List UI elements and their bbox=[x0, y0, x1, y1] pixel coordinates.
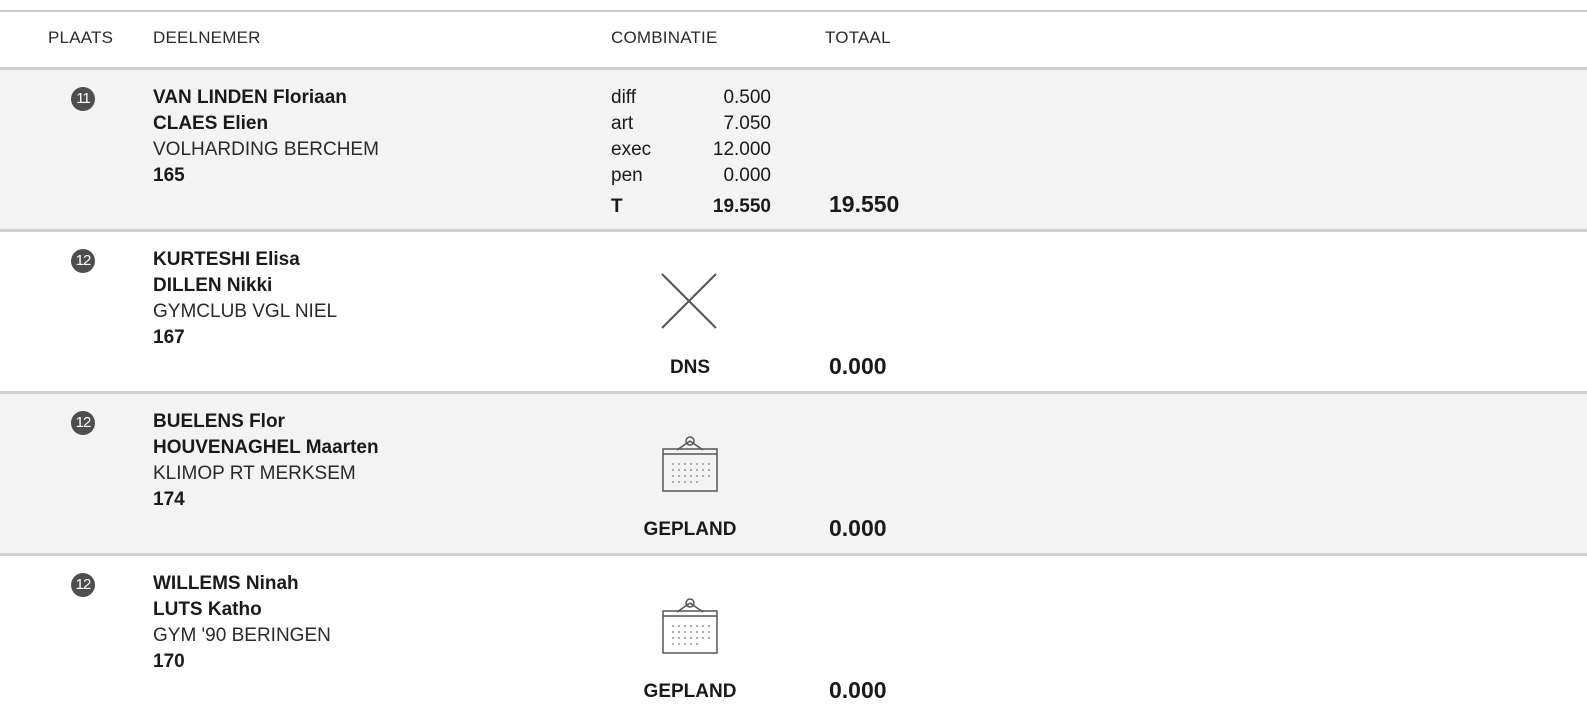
score-line-art: art 7.050 bbox=[611, 111, 771, 137]
header-participant: DEELNEMER bbox=[153, 28, 261, 47]
score-label: pen bbox=[611, 165, 643, 186]
score-value: 12.000 bbox=[712, 139, 771, 160]
rank-badge: 12 bbox=[71, 249, 95, 273]
start-number: 174 bbox=[153, 489, 185, 510]
club-name: GYMCLUB VGL NIEL bbox=[153, 301, 338, 322]
score-value: 7.050 bbox=[723, 113, 771, 134]
calendar-icon bbox=[660, 434, 720, 501]
x-cross-icon bbox=[660, 272, 720, 337]
score-label: exec bbox=[611, 139, 652, 160]
table-header: PLAATS DEELNEMER COMBINATIE TOTAAL bbox=[0, 12, 1587, 67]
score-label: diff bbox=[611, 87, 637, 108]
rank-badge: 12 bbox=[71, 573, 95, 597]
participant-name-2: CLAES Elien bbox=[153, 113, 269, 134]
participant-name-2: HOUVENAGHEL Maarten bbox=[153, 437, 379, 458]
results-page: PLAATS DEELNEMER COMBINATIE TOTAAL 11 VA… bbox=[0, 0, 1587, 720]
participant-name-1: KURTESHI Elisa bbox=[153, 249, 300, 270]
score-line-pen: pen 0.000 bbox=[611, 163, 771, 189]
calendar-icon bbox=[660, 596, 720, 663]
result-row[interactable]: 12 BUELENS Flor HOUVENAGHEL Maarten KLIM… bbox=[0, 391, 1587, 553]
participant-info: WILLEMS Ninah LUTS Katho GYM '90 BERINGE… bbox=[153, 571, 331, 675]
participant-info: VAN LINDEN Floriaan CLAES Elien VOLHARDI… bbox=[153, 85, 379, 189]
score-breakdown: diff 0.500 art 7.050 exec 12.000 pen 0.0… bbox=[611, 85, 771, 220]
total-score: 0.000 bbox=[829, 515, 887, 541]
start-number: 165 bbox=[153, 165, 185, 186]
participant-name-2: LUTS Katho bbox=[153, 599, 262, 620]
total-score: 19.550 bbox=[829, 191, 900, 217]
header-combination: COMBINATIE bbox=[611, 28, 718, 47]
club-name: KLIMOP RT MERKSEM bbox=[153, 463, 356, 484]
participant-info: KURTESHI Elisa DILLEN Nikki GYMCLUB VGL … bbox=[153, 247, 337, 351]
club-name: VOLHARDING BERCHEM bbox=[153, 139, 379, 160]
result-row[interactable]: 11 VAN LINDEN Floriaan CLAES Elien VOLHA… bbox=[0, 67, 1587, 229]
start-number: 167 bbox=[153, 327, 185, 348]
total-score: 0.000 bbox=[829, 353, 887, 379]
participant-name-1: VAN LINDEN Floriaan bbox=[153, 87, 347, 108]
status-label: DNS bbox=[669, 357, 711, 378]
status-label: GEPLAND bbox=[643, 681, 737, 702]
status-label: GEPLAND bbox=[643, 519, 737, 540]
total-score: 0.000 bbox=[829, 677, 887, 703]
score-line-exec: exec 12.000 bbox=[611, 137, 771, 163]
participant-name-1: WILLEMS Ninah bbox=[153, 573, 299, 594]
start-number: 170 bbox=[153, 651, 185, 672]
score-value: 0.500 bbox=[723, 87, 771, 108]
club-name: GYM '90 BERINGEN bbox=[153, 625, 331, 646]
subtotal-value: 19.550 bbox=[712, 196, 771, 217]
participant-name-1: BUELENS Flor bbox=[153, 411, 285, 432]
result-row[interactable]: 12 KURTESHI Elisa DILLEN Nikki GYMCLUB V… bbox=[0, 229, 1587, 391]
score-line-subtotal: T 19.550 bbox=[611, 194, 771, 220]
participant-info: BUELENS Flor HOUVENAGHEL Maarten KLIMOP … bbox=[153, 409, 379, 513]
header-place: PLAATS bbox=[48, 28, 114, 47]
result-row[interactable]: 12 WILLEMS Ninah LUTS Katho GYM '90 BERI… bbox=[0, 553, 1587, 720]
header-total: TOTAAL bbox=[825, 28, 891, 47]
score-line-diff: diff 0.500 bbox=[611, 85, 771, 111]
rank-badge: 12 bbox=[71, 411, 95, 435]
participant-name-2: DILLEN Nikki bbox=[153, 275, 273, 296]
score-label: art bbox=[611, 113, 634, 134]
score-value: 0.000 bbox=[723, 165, 771, 186]
rank-badge: 11 bbox=[71, 87, 95, 111]
subtotal-label: T bbox=[611, 196, 623, 217]
